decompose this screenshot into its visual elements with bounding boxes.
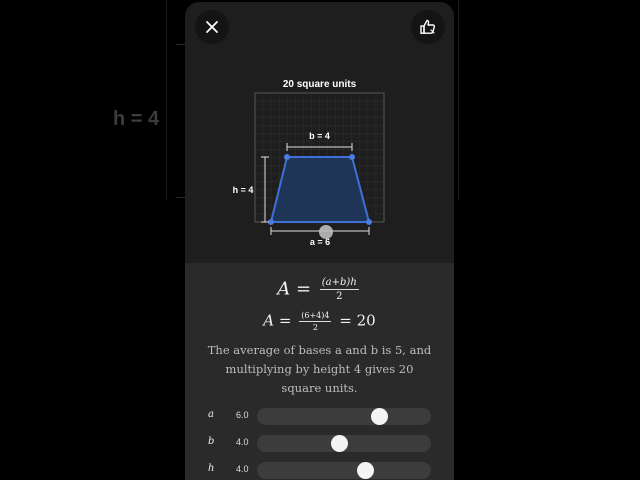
- formula-fraction: (6+4)4 2: [299, 311, 332, 332]
- area-formula: A = (a+b)h 2: [185, 277, 454, 302]
- lesson-panel: 20 square units b = 4 h = 4 a = 6 A = (a: [185, 2, 454, 480]
- slider-a: a 6.0: [185, 406, 454, 426]
- slider-value: 6.0: [236, 410, 249, 420]
- trapezoid-diagram: b = 4 h = 4 a = 6: [233, 92, 385, 247]
- formula-numerator: (6+4)4: [299, 311, 332, 322]
- explanation-text: The average of bases a and b is 5, and m…: [207, 343, 432, 395]
- formula-numerator: (a+b)h: [319, 277, 359, 290]
- slider-b: b 4.0: [185, 433, 454, 453]
- height-label: h = 4: [233, 185, 254, 195]
- slider-thumb[interactable]: [330, 435, 348, 452]
- slider-value: 4.0: [236, 437, 249, 447]
- vertex-handle[interactable]: [366, 219, 372, 225]
- formula-lhs: A: [263, 311, 275, 330]
- formula-lhs: A: [277, 278, 291, 300]
- formula-denominator: 2: [312, 323, 318, 332]
- formula-fraction: (a+b)h 2: [319, 277, 359, 302]
- slider-thumb[interactable]: [370, 408, 388, 425]
- substituted-formula: A = (6+4)4 2 = 20: [185, 311, 454, 332]
- drag-handle[interactable]: [319, 225, 333, 239]
- formula-denominator: 2: [336, 291, 343, 302]
- slider-h: h 4.0: [185, 460, 454, 480]
- trapezoid-shape: [269, 156, 371, 223]
- vertex-handle[interactable]: [349, 154, 355, 160]
- controls-section: A = (a+b)h 2 A = (6+4)4 2 = 20 The avera…: [185, 263, 454, 480]
- slider-track[interactable]: [257, 462, 431, 479]
- slider-track[interactable]: [257, 435, 431, 452]
- slider-thumb[interactable]: [356, 462, 374, 479]
- background-divider: [458, 0, 459, 200]
- formula-result: = 20: [339, 311, 376, 330]
- background-divider: [166, 0, 167, 200]
- slider-value: 4.0: [236, 464, 249, 474]
- formula-equals: =: [278, 311, 292, 330]
- slider-track[interactable]: [257, 408, 431, 425]
- slider-variable: a: [208, 409, 214, 420]
- vertex-handle[interactable]: [284, 154, 290, 160]
- slider-variable: b: [208, 436, 215, 447]
- formula-equals: =: [295, 278, 312, 300]
- background-height-label: h = 4: [113, 108, 160, 130]
- top-base-label: b = 4: [309, 131, 330, 141]
- slider-variable: h: [208, 463, 215, 474]
